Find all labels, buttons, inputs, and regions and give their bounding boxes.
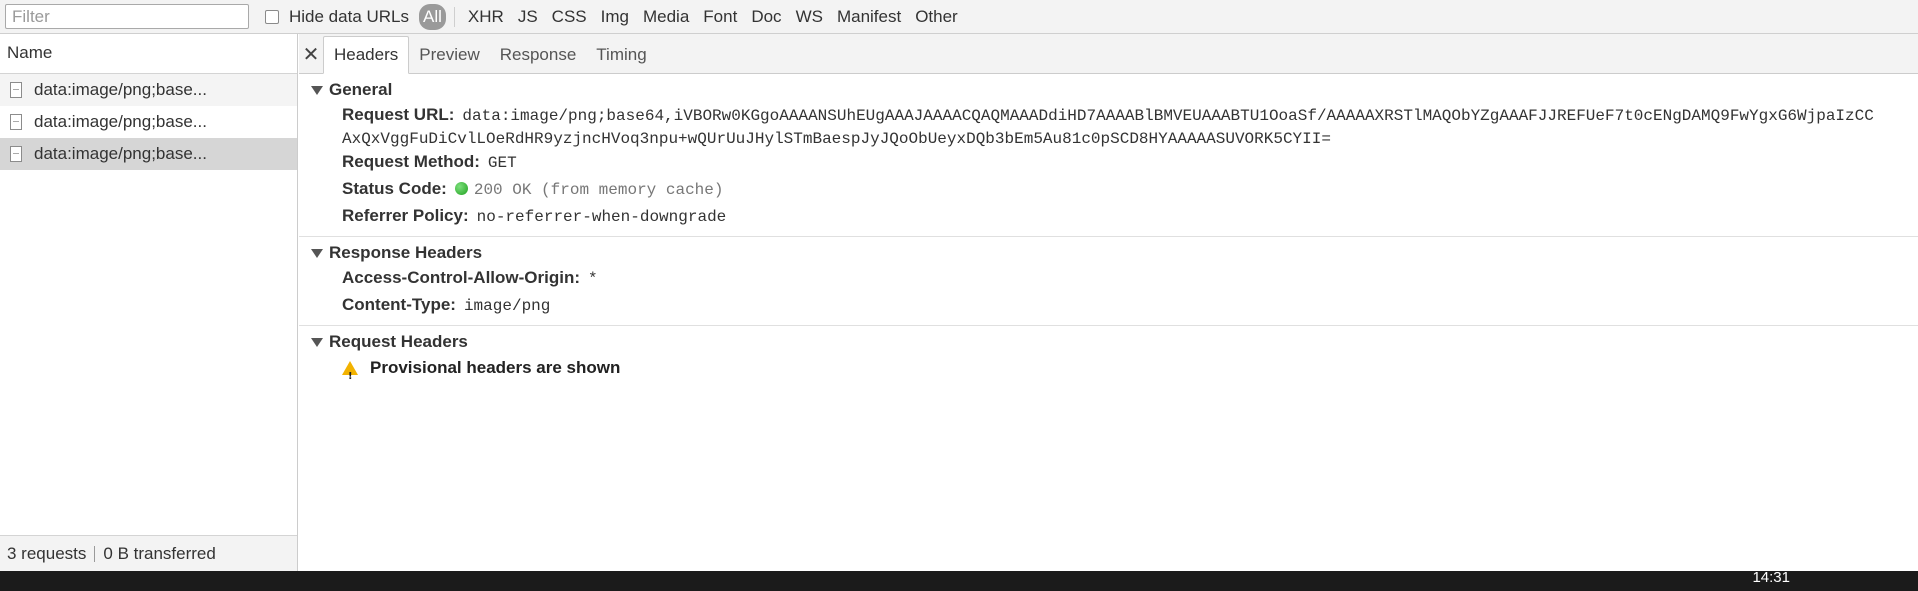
referrer-policy-label: Referrer Policy: xyxy=(342,206,469,225)
network-filter-bar: Hide data URLs All XHR JS CSS Img Media … xyxy=(0,0,1918,34)
status-ok-icon xyxy=(454,182,468,195)
request-list-pane: Name data:image/png;base... data:image/p… xyxy=(0,34,298,571)
summary-divider xyxy=(94,545,96,562)
request-method-row: Request Method: GET xyxy=(299,149,1918,176)
header-name: Content-Type: xyxy=(342,295,456,314)
filter-img[interactable]: Img xyxy=(596,4,634,30)
network-summary-bar: 3 requests 0 B transferred xyxy=(0,535,297,571)
filter-font[interactable]: Font xyxy=(698,4,742,30)
status-code-value: 200 OK (from memory cache) xyxy=(473,181,724,199)
request-url-row: Request URL: data:image/png;base64,iVBORw… xyxy=(299,102,1918,129)
referrer-policy-value: no-referrer-when-downgrade xyxy=(476,208,727,226)
request-row[interactable]: data:image/png;base... xyxy=(0,106,297,138)
tab-headers[interactable]: Headers xyxy=(323,36,410,74)
type-filter-group: All XHR JS CSS Img Media Font Doc WS Man… xyxy=(419,3,967,30)
expand-triangle-icon xyxy=(311,248,323,258)
hide-data-urls-label: Hide data URLs xyxy=(289,6,410,26)
request-detail-pane: ✕ Headers Preview Response Timing Genera… xyxy=(299,34,1918,571)
filter-css[interactable]: CSS xyxy=(547,4,592,30)
request-name: data:image/png;base... xyxy=(34,80,207,99)
file-icon xyxy=(10,114,22,130)
taskbar-clock: 14:31 xyxy=(1752,571,1790,586)
request-name: data:image/png;base... xyxy=(34,112,207,131)
filter-divider xyxy=(453,6,455,27)
general-section-header[interactable]: General xyxy=(299,78,1918,102)
filter-js[interactable]: JS xyxy=(513,4,543,30)
os-taskbar: 14:31 xyxy=(0,571,1918,591)
response-headers-section-header[interactable]: Response Headers xyxy=(299,241,1918,265)
tab-preview[interactable]: Preview xyxy=(409,37,489,73)
response-headers-section: Response Headers Access-Control-Allow-Or… xyxy=(299,237,1918,326)
header-name: Access-Control-Allow-Origin: xyxy=(342,268,581,287)
request-name: data:image/png;base... xyxy=(34,144,207,163)
transferred-size: 0 B transferred xyxy=(103,543,216,563)
request-url-value: data:image/png;base64,iVBORw0KGgoAAAANSU… xyxy=(462,107,1874,125)
request-method-value: GET xyxy=(487,154,517,172)
header-row: Content-Type: image/png xyxy=(299,292,1918,319)
request-row-selected[interactable]: data:image/png;base... xyxy=(0,138,297,170)
request-url-value-continued: AxQxVggFuDiCvlLOeRdHR9yzjncHVoq3npu+wQUr… xyxy=(342,130,1331,148)
image-file-icon xyxy=(10,146,22,162)
warning-icon: ! xyxy=(342,361,358,382)
header-value: * xyxy=(588,270,598,288)
header-row: Access-Control-Allow-Origin: * xyxy=(299,265,1918,292)
request-count: 3 requests xyxy=(7,543,87,563)
request-method-label: Request Method: xyxy=(342,152,480,171)
filter-other[interactable]: Other xyxy=(910,4,963,30)
filter-media[interactable]: Media xyxy=(638,4,694,30)
general-section: General Request URL: data:image/png;base6… xyxy=(299,74,1918,237)
name-column-header[interactable]: Name xyxy=(0,34,297,74)
status-code-label: Status Code: xyxy=(342,179,447,198)
request-headers-section-header[interactable]: Request Headers xyxy=(299,330,1918,354)
close-icon[interactable]: ✕ xyxy=(299,35,323,73)
filter-all[interactable]: All xyxy=(419,3,446,30)
filter-input[interactable] xyxy=(5,4,249,29)
file-icon xyxy=(10,82,22,98)
request-url-label: Request URL: xyxy=(342,105,455,124)
request-headers-section: Request Headers ! Provisional headers ar… xyxy=(299,326,1918,388)
warning-text: Provisional headers are shown xyxy=(370,358,621,377)
expand-triangle-icon xyxy=(311,85,323,95)
request-row[interactable]: data:image/png;base... xyxy=(0,74,297,106)
hide-data-urls-checkbox[interactable] xyxy=(265,9,279,24)
filter-ws[interactable]: WS xyxy=(791,4,828,30)
referrer-policy-row: Referrer Policy: no-referrer-when-downgra… xyxy=(299,203,1918,230)
section-title: Request Headers xyxy=(329,332,468,351)
filter-doc[interactable]: Doc xyxy=(746,4,786,30)
section-title: Response Headers xyxy=(329,243,483,262)
detail-tabs: ✕ Headers Preview Response Timing xyxy=(299,34,1918,74)
tab-response[interactable]: Response xyxy=(490,37,587,73)
expand-triangle-icon xyxy=(311,337,323,347)
tab-timing[interactable]: Timing xyxy=(586,37,656,73)
section-title: General xyxy=(329,80,393,99)
hide-data-urls-toggle[interactable]: Hide data URLs xyxy=(265,7,409,27)
status-code-row: Status Code: 200 OK (from memory cache) xyxy=(299,176,1918,203)
filter-xhr[interactable]: XHR xyxy=(463,4,509,30)
provisional-headers-warning: ! Provisional headers are shown xyxy=(299,354,1918,382)
filter-manifest[interactable]: Manifest xyxy=(832,4,906,30)
header-value: image/png xyxy=(463,297,551,315)
